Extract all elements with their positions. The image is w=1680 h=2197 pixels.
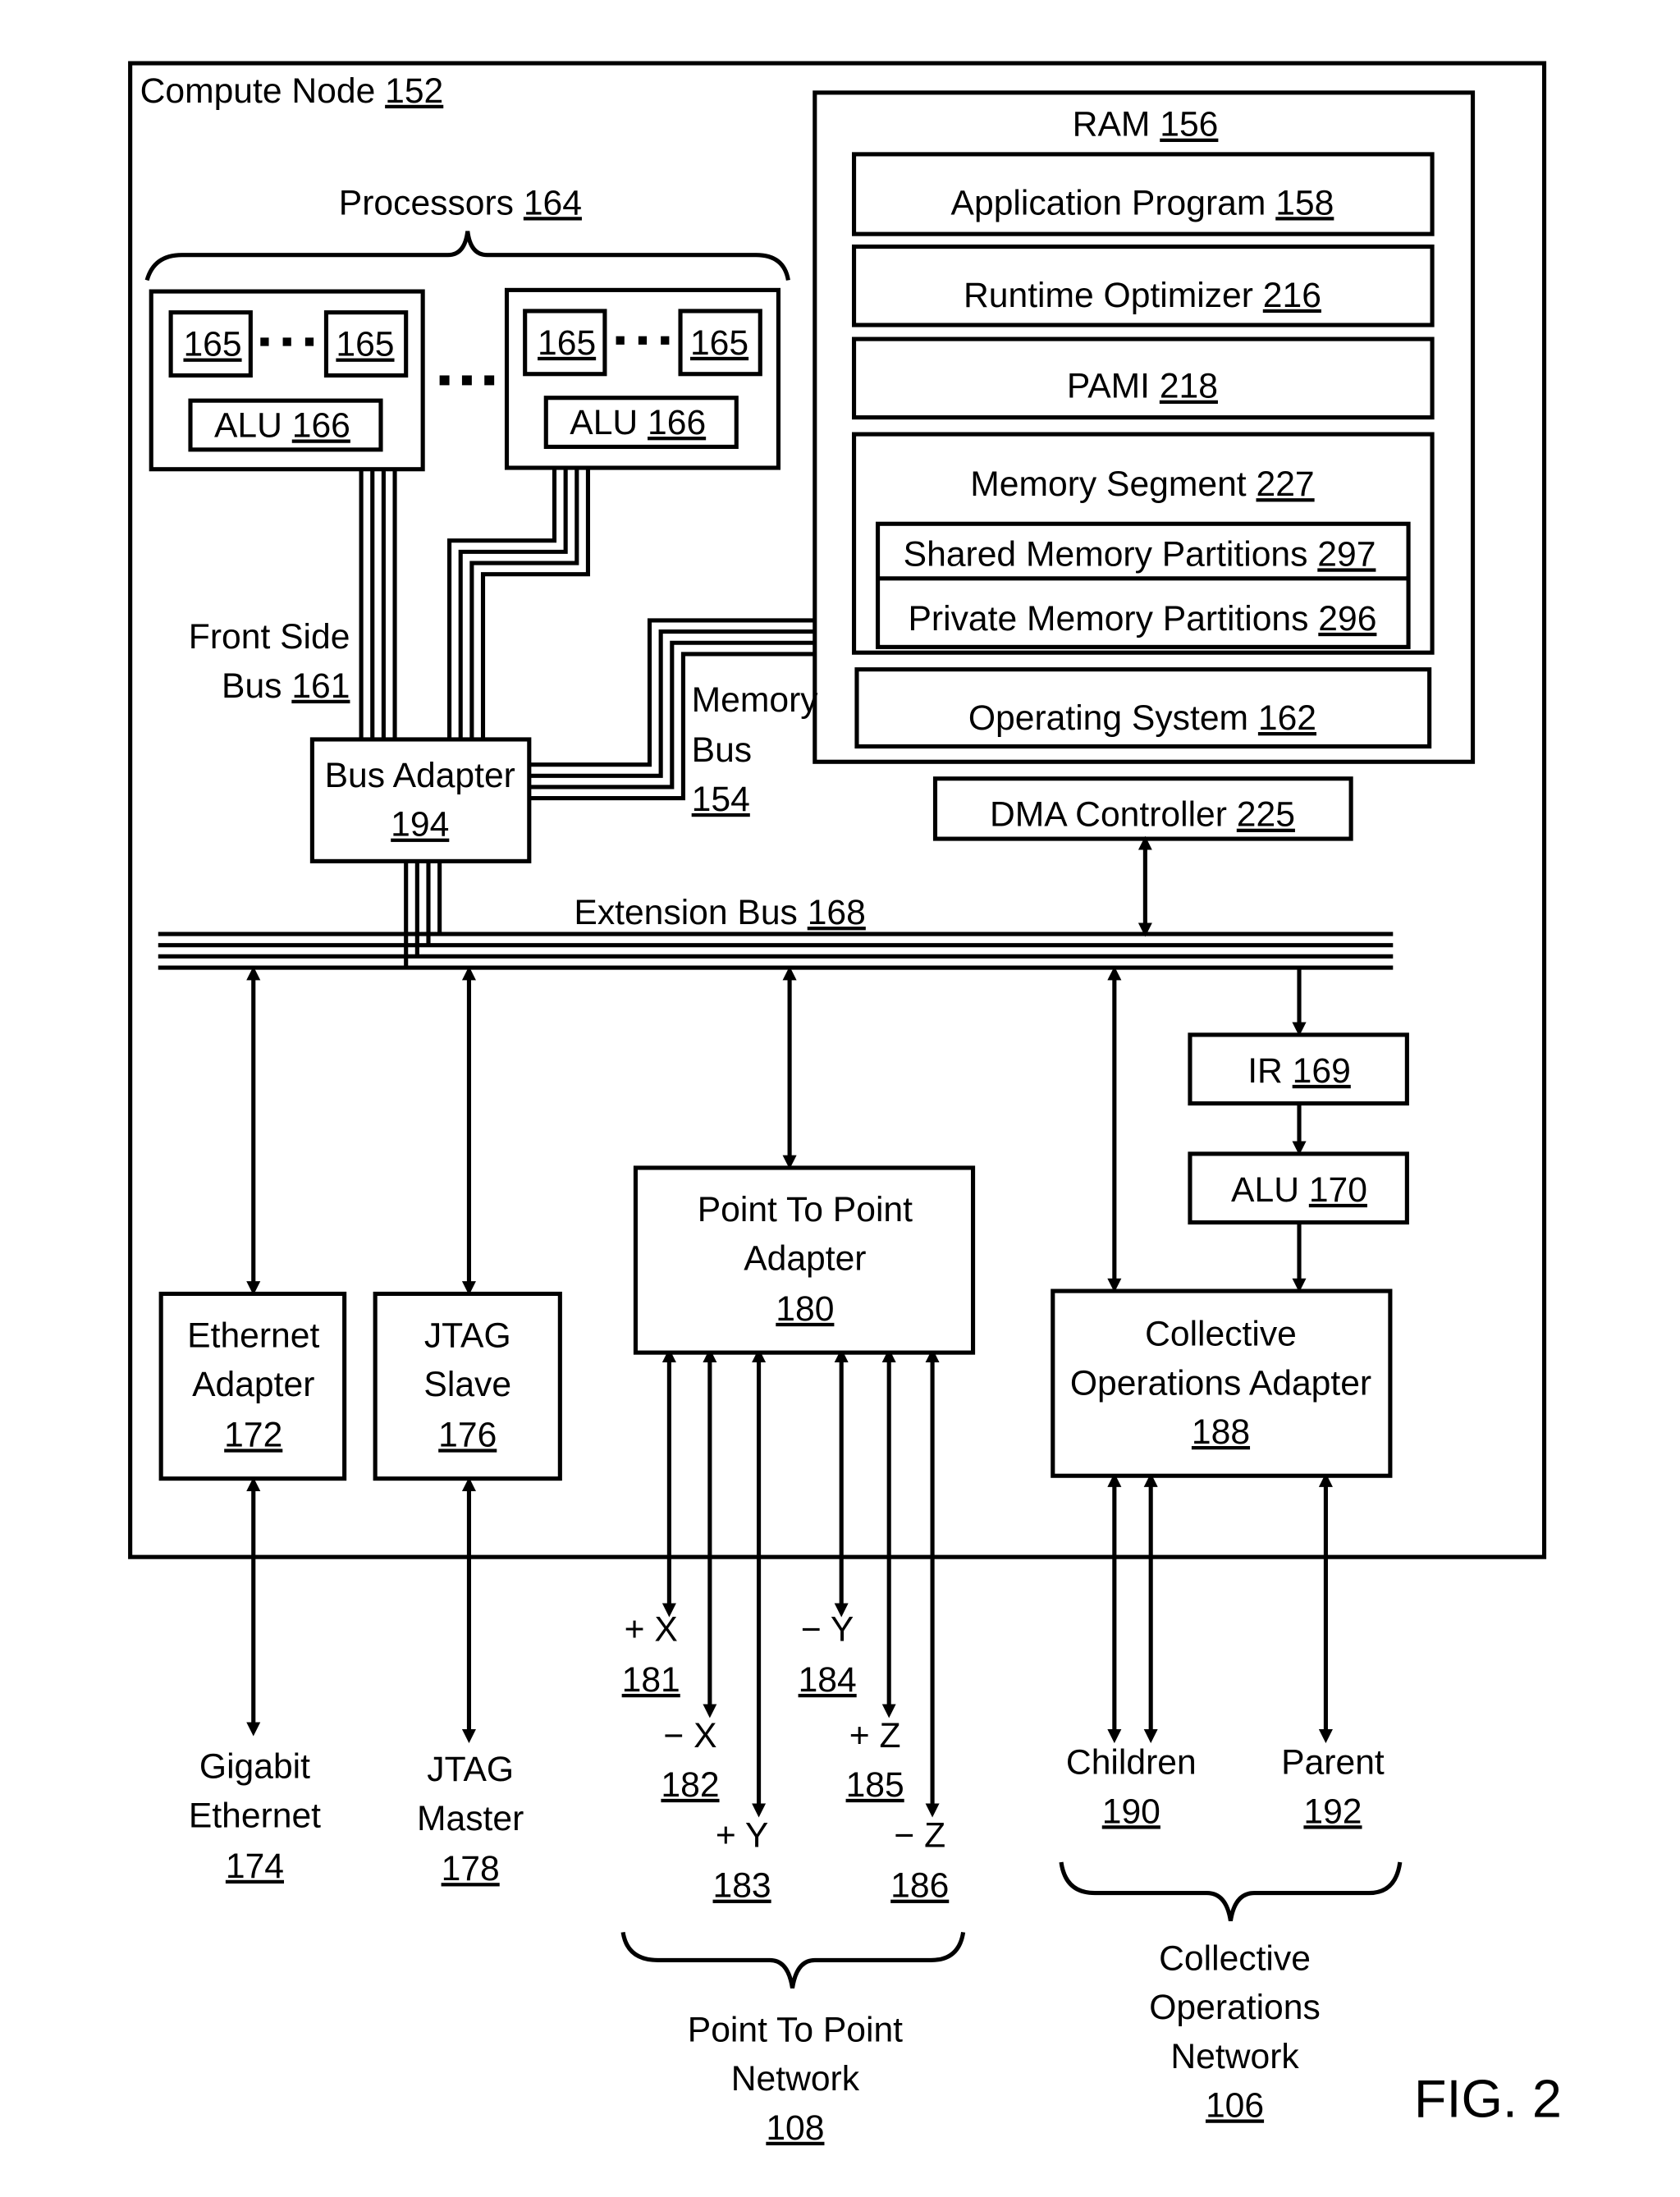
- svg-text:172: 172: [224, 1415, 282, 1454]
- svg-text:JTAG: JTAG: [424, 1316, 511, 1355]
- svg-text:Compute Node 152: Compute Node 152: [140, 71, 444, 111]
- svg-text:+ Z: + Z: [849, 1716, 901, 1755]
- svg-text:165: 165: [538, 323, 596, 363]
- svg-text:Children: Children: [1066, 1743, 1197, 1783]
- svg-text:165: 165: [183, 325, 241, 364]
- svg-text:Extension Bus 168: Extension Bus 168: [574, 893, 865, 932]
- p2p-network-brace: [620, 1931, 966, 1989]
- svg-text:178: 178: [442, 1849, 500, 1888]
- svg-text:Parent: Parent: [1281, 1743, 1385, 1783]
- svg-text:Bus: Bus: [692, 730, 752, 770]
- svg-text:− Z: − Z: [894, 1815, 945, 1855]
- svg-text:181: 181: [622, 1660, 680, 1700]
- processors-label: Processors 164: [339, 183, 582, 222]
- compute-node-diagram: Compute Node 152 Processors 164 165 165 …: [128, 61, 1562, 2148]
- memory-segment: Memory Segment 227: [970, 465, 1314, 504]
- operating-system: Operating System 162: [968, 698, 1316, 738]
- svg-text:Master: Master: [417, 1799, 524, 1838]
- svg-text:DMA Controller 225: DMA Controller 225: [990, 795, 1295, 835]
- svg-text:ALU 170: ALU 170: [1231, 1170, 1367, 1210]
- svg-text:Slave: Slave: [423, 1365, 511, 1404]
- svg-text:184: 184: [799, 1660, 857, 1700]
- svg-text:Front Side: Front Side: [189, 617, 350, 657]
- processor-1: 165 165 ALU 166: [149, 289, 425, 472]
- svg-text:165: 165: [336, 325, 394, 364]
- svg-text:ALU 166: ALU 166: [214, 405, 350, 445]
- svg-text:Collective: Collective: [1159, 1938, 1311, 1978]
- svg-text:− X: − X: [663, 1716, 716, 1755]
- svg-text:Operations: Operations: [1149, 1988, 1321, 2027]
- svg-text:Point To Point: Point To Point: [698, 1190, 913, 1229]
- ram-box: RAM 156 Application Program 158 Runtime …: [813, 90, 1476, 764]
- processor-2: 165 165 ALU 166: [504, 287, 781, 470]
- svg-text:Collective: Collective: [1145, 1315, 1297, 1354]
- svg-text:154: 154: [692, 780, 750, 819]
- svg-text:174: 174: [226, 1847, 284, 1886]
- svg-text:Bus Adapter: Bus Adapter: [325, 756, 515, 795]
- svg-text:Ethernet: Ethernet: [189, 1796, 321, 1835]
- svg-text:182: 182: [661, 1765, 719, 1805]
- runtime-optimizer: Runtime Optimizer 216: [964, 276, 1321, 315]
- shared-partitions: Shared Memory Partitions 297: [904, 534, 1376, 574]
- svg-text:ALU 166: ALU 166: [570, 403, 706, 442]
- svg-text:186: 186: [890, 1866, 949, 1906]
- svg-text:176: 176: [438, 1415, 497, 1454]
- svg-text:Adapter: Adapter: [744, 1238, 866, 1278]
- svg-text:Ethernet: Ethernet: [187, 1316, 319, 1355]
- svg-text:Network: Network: [1170, 2037, 1299, 2076]
- svg-text:180: 180: [776, 1289, 834, 1329]
- svg-text:194: 194: [391, 805, 449, 844]
- svg-text:Gigabit: Gigabit: [199, 1747, 310, 1787]
- private-partitions: Private Memory Partitions 296: [908, 599, 1376, 639]
- svg-text:+ Y: + Y: [716, 1815, 768, 1855]
- svg-text:106: 106: [1206, 2085, 1264, 2125]
- svg-text:188: 188: [1192, 1412, 1250, 1452]
- svg-text:165: 165: [690, 323, 748, 363]
- svg-text:Adapter: Adapter: [192, 1365, 314, 1404]
- svg-text:190: 190: [1102, 1792, 1160, 1831]
- svg-text:Bus 161: Bus 161: [222, 666, 350, 706]
- svg-text:192: 192: [1303, 1792, 1362, 1831]
- svg-text:JTAG: JTAG: [427, 1750, 514, 1789]
- svg-text:Network: Network: [731, 2059, 860, 2099]
- pami: PAMI 218: [1067, 367, 1218, 406]
- svg-text:Operations Adapter: Operations Adapter: [1070, 1363, 1371, 1403]
- svg-text:Point To Point: Point To Point: [688, 2010, 903, 2049]
- figure-label: FIG. 2: [1414, 2068, 1562, 2128]
- svg-text:183: 183: [713, 1866, 771, 1906]
- svg-text:IR 169: IR 169: [1247, 1051, 1351, 1091]
- svg-text:185: 185: [846, 1765, 904, 1805]
- svg-text:RAM 156: RAM 156: [1073, 105, 1219, 144]
- svg-text:Memory: Memory: [692, 680, 819, 720]
- collective-network-brace: [1059, 1861, 1403, 1922]
- svg-text:108: 108: [766, 2108, 824, 2148]
- svg-text:− Y: − Y: [801, 1610, 854, 1650]
- svg-text:+ X: + X: [625, 1610, 678, 1650]
- app-program: Application Program 158: [951, 183, 1334, 222]
